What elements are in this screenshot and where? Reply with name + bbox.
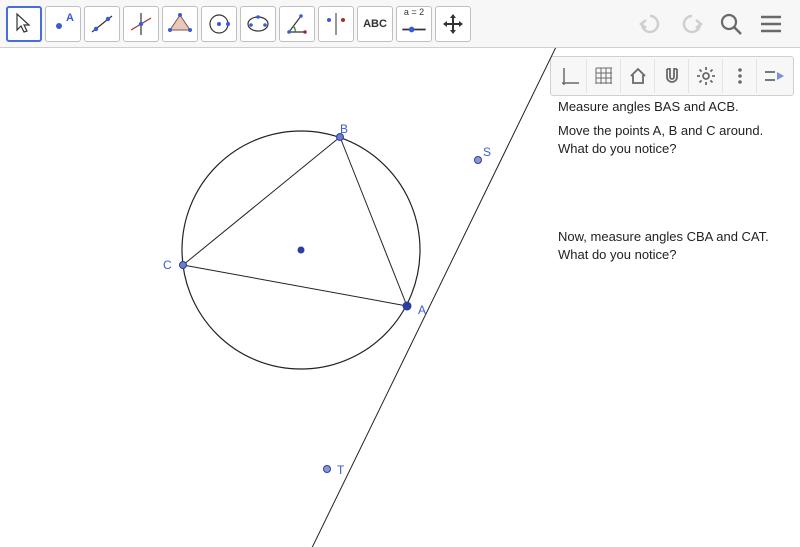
polygon-icon — [166, 10, 194, 38]
tool-polygon[interactable] — [162, 6, 198, 42]
redo-button[interactable] — [678, 11, 704, 37]
point-icon: A — [49, 10, 77, 38]
tool-text[interactable]: ABC — [357, 6, 393, 42]
point-a[interactable] — [403, 302, 412, 311]
ellipse-icon — [244, 10, 272, 38]
tool-line[interactable] — [84, 6, 120, 42]
tool-perpendicular[interactable] — [123, 6, 159, 42]
tool-reflect[interactable] — [318, 6, 354, 42]
tangent-line[interactable] — [250, 48, 575, 547]
undo-button[interactable] — [638, 11, 664, 37]
tool-point[interactable]: A — [45, 6, 81, 42]
point-center[interactable] — [298, 247, 305, 254]
segment-bc[interactable] — [183, 137, 340, 265]
circle-icon — [205, 10, 233, 38]
geometry-canvas[interactable] — [0, 48, 800, 547]
move-view-icon — [439, 10, 467, 38]
line-icon — [88, 10, 116, 38]
hamburger-icon — [758, 11, 784, 37]
perpendicular-icon — [127, 10, 155, 38]
label-s: S — [483, 145, 491, 159]
label-a: A — [418, 303, 426, 317]
reflect-icon — [322, 10, 350, 38]
point-c[interactable] — [180, 262, 187, 269]
redo-icon — [678, 13, 704, 35]
svg-text:A: A — [66, 12, 74, 24]
tool-move-view[interactable] — [435, 6, 471, 42]
right-controls — [638, 11, 794, 37]
tool-move[interactable] — [6, 6, 42, 42]
point-s[interactable] — [475, 157, 482, 164]
tool-ellipse[interactable] — [240, 6, 276, 42]
tool-strip: A — [6, 6, 471, 42]
main-toolbar: A — [0, 0, 800, 48]
segment-ca[interactable] — [183, 265, 407, 306]
tool-angle[interactable] — [279, 6, 315, 42]
menu-button[interactable] — [758, 11, 784, 37]
search-icon — [718, 11, 744, 37]
angle-icon — [283, 10, 311, 38]
tool-slider[interactable]: a = 2 — [396, 6, 432, 42]
point-t[interactable] — [324, 466, 331, 473]
segment-ab[interactable] — [340, 137, 407, 306]
undo-icon — [638, 13, 664, 35]
label-t: T — [337, 463, 344, 477]
cursor-icon — [10, 10, 38, 38]
tool-circle[interactable] — [201, 6, 237, 42]
slider-icon — [400, 18, 428, 41]
slider-label: a = 2 — [404, 7, 424, 17]
text-icon: ABC — [363, 18, 387, 30]
label-c: C — [163, 258, 172, 272]
search-button[interactable] — [718, 11, 744, 37]
label-b: B — [340, 122, 348, 136]
